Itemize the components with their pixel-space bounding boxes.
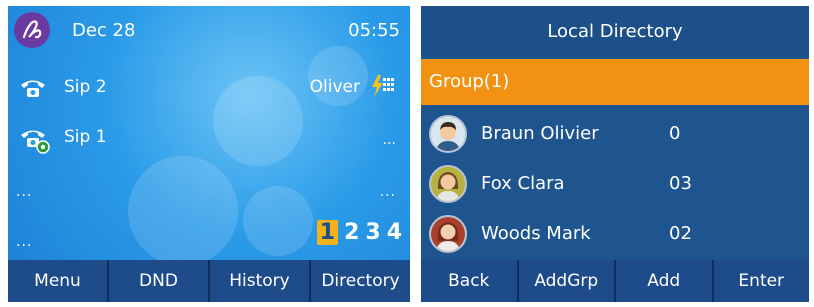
directory-screen: Local Directory Group(1) Braun Olivier 0… [421,6,809,302]
line-key-sip-1[interactable]: Sip 1 ... [8,118,410,158]
page-1[interactable]: 1 [316,220,339,245]
softkey-history[interactable]: History [208,260,309,302]
background-bubble [243,186,313,256]
softkey-back[interactable]: Back [421,260,517,302]
softkey-add-group[interactable]: AddGrp [516,260,615,302]
contact-name: Woods Mark [481,223,591,244]
softkey-menu[interactable]: Menu [8,260,107,302]
date-label: Dec 28 [72,20,136,41]
contact-name: Fox Clara [481,173,565,194]
page-4[interactable]: 4 [387,220,402,245]
contact-row[interactable]: Braun Olivier 0 [421,109,809,159]
contact-number: 02 [669,223,692,244]
softkey-directory[interactable]: Directory [309,260,410,302]
phone-icon [18,76,48,105]
contact-row[interactable]: Fox Clara 03 [421,159,809,209]
logo-icon [14,12,50,48]
contact-name: Braun Olivier [481,123,599,144]
empty-line-dots: ... [16,184,33,200]
page-title: Local Directory [421,6,809,56]
avatar-icon [429,215,467,253]
line-key-sip-2[interactable]: Sip 2 Oliver [8,68,410,108]
softkey-add[interactable]: Add [614,260,712,302]
page-3[interactable]: 3 [365,220,380,245]
contact-row[interactable]: Woods Mark 02 [421,209,809,259]
line-label: Sip 2 [64,77,107,97]
softkey-dnd[interactable]: DND [107,260,208,302]
idle-screen: Dec 28 05:55 Sip 2 Oliver Sip 1 ... ... … [8,6,410,302]
page-indicator[interactable]: 1 2 3 4 [316,220,402,245]
time-label: 05:55 [348,20,400,41]
avatar-icon [429,165,467,203]
line-dots: ... [382,132,396,148]
contact-number: 0 [669,123,681,144]
empty-line-dots: ... [379,184,396,200]
group-row[interactable]: Group(1) [421,59,809,105]
status-bar: Dec 28 05:55 [8,6,410,56]
contact-number: 03 [669,173,692,194]
softkey-bar: Back AddGrp Add Enter [421,260,809,302]
line-label: Sip 1 [64,127,107,147]
softkey-bar: Menu DND History Directory [8,260,410,302]
empty-line-dots: ... [16,234,33,250]
group-label: Group(1) [429,71,510,92]
softkey-enter[interactable]: Enter [711,260,810,302]
phone-registered-icon [18,126,52,159]
lightning-keypad-icon [370,74,396,103]
avatar-icon [429,115,467,153]
background-bubble [128,156,238,266]
account-name: Oliver [309,77,360,97]
page-2[interactable]: 2 [344,220,359,245]
